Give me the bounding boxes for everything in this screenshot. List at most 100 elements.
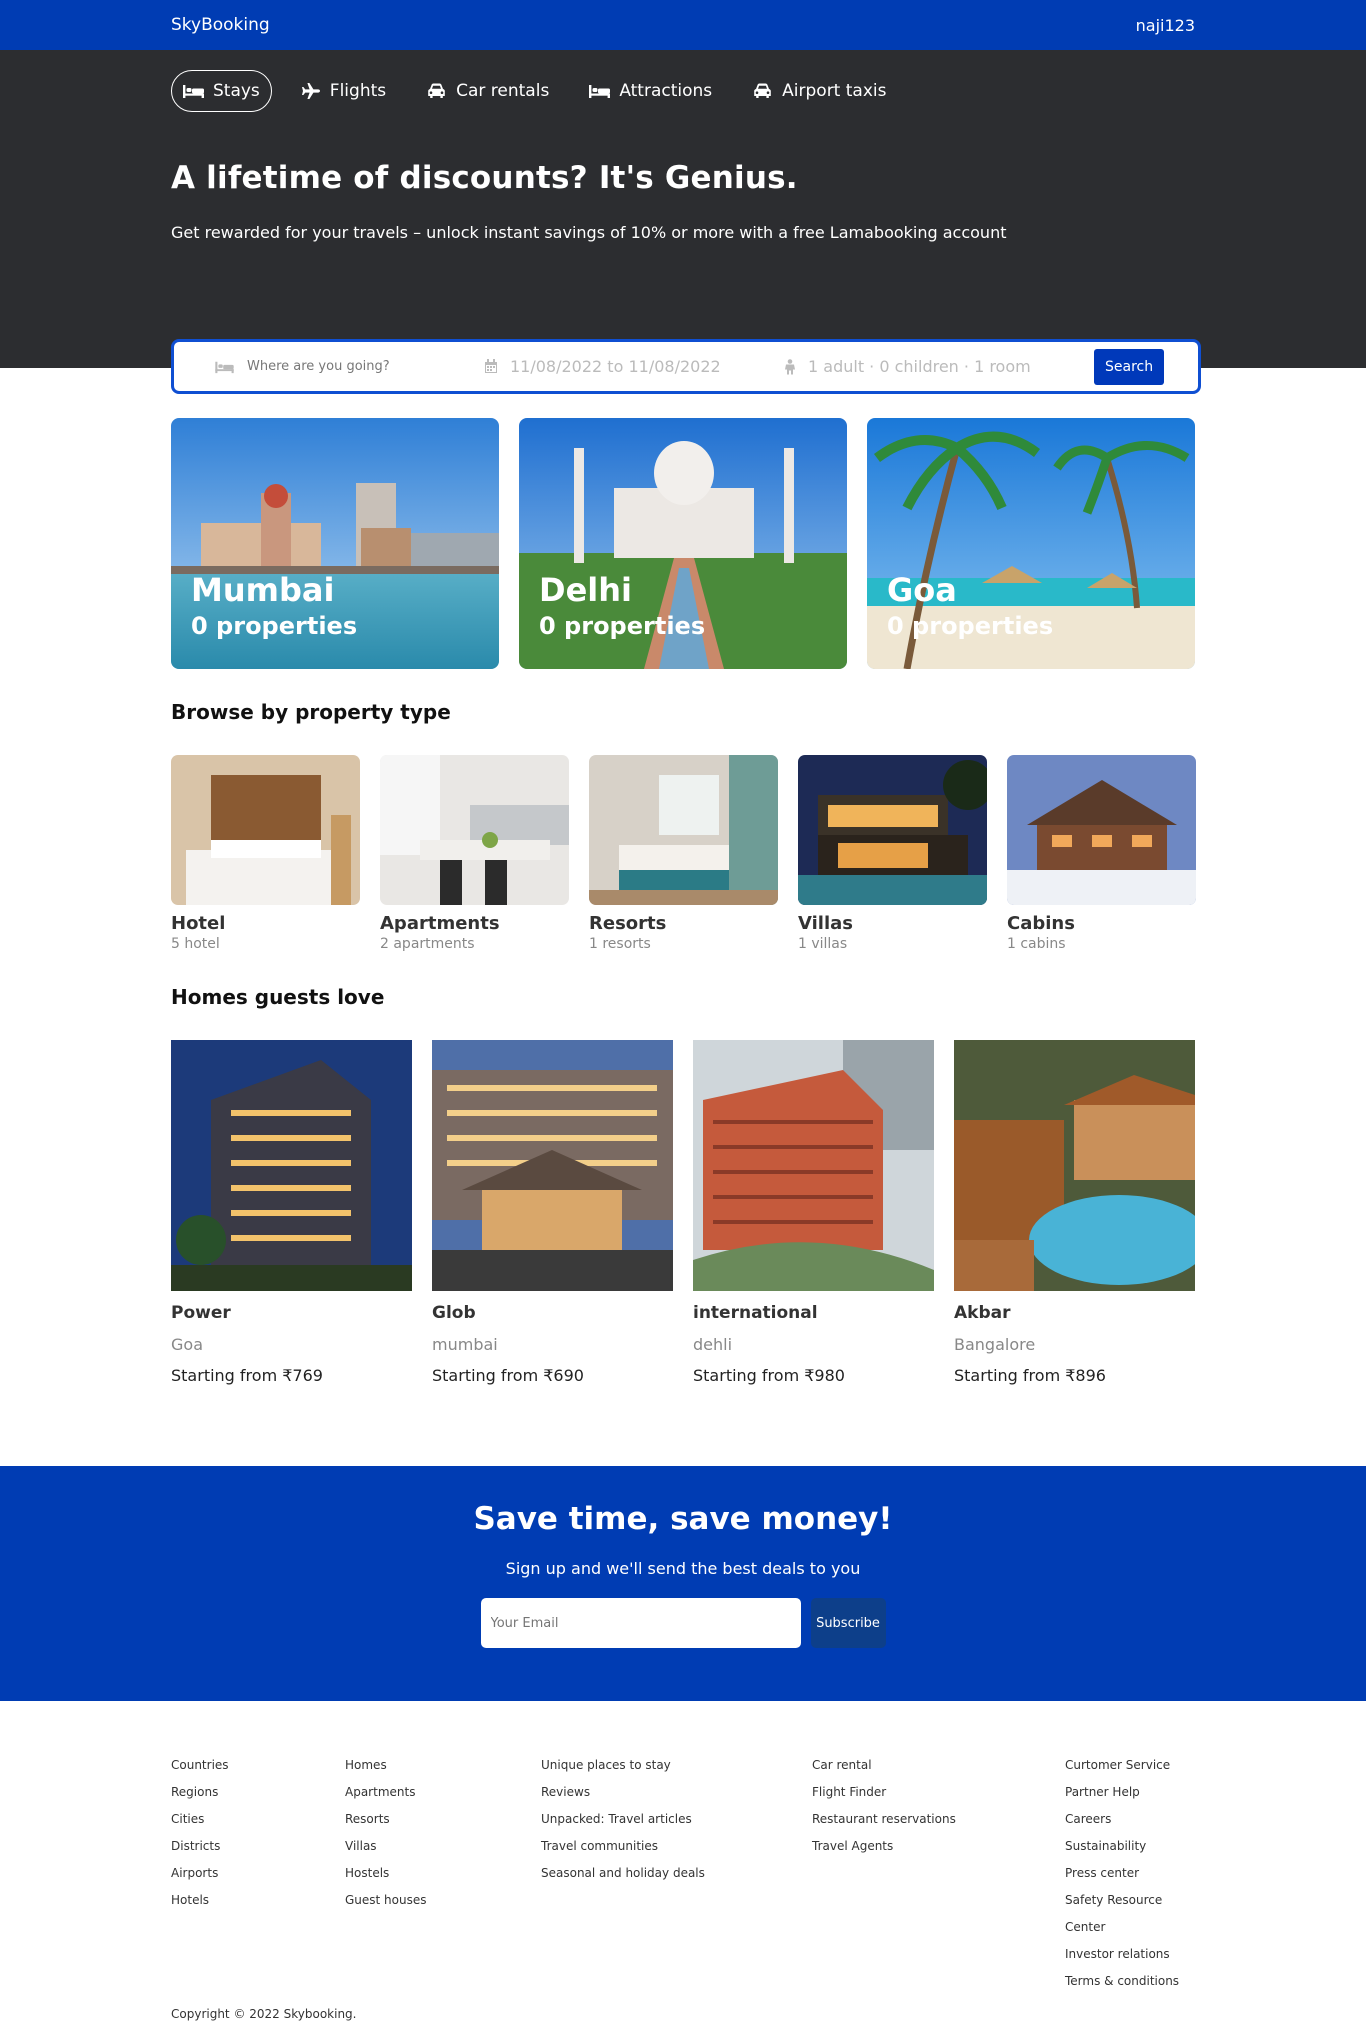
akbar-hotel-image <box>954 1040 1195 1291</box>
footer-link[interactable]: Districts <box>171 1833 345 1860</box>
property-type-villas[interactable]: Villas 1 villas <box>798 755 987 952</box>
nav-stays[interactable]: Stays <box>171 70 272 112</box>
plane-icon <box>301 83 320 99</box>
footer-link[interactable]: Travel communities <box>541 1833 812 1860</box>
property-type-title: Cabins <box>1007 913 1075 934</box>
newsletter-form: Subscribe <box>0 1598 1366 1648</box>
home-name: Akbar <box>954 1303 1011 1323</box>
property-type-cabins[interactable]: Cabins 1 cabins <box>1007 755 1196 952</box>
footer-link[interactable]: Resorts <box>345 1806 541 1833</box>
footer-link[interactable]: Reviews <box>541 1779 812 1806</box>
home-card-power[interactable]: Power Goa Starting from ₹769 <box>171 1040 412 1385</box>
search-button[interactable]: Search <box>1094 348 1165 385</box>
footer-column-1: Countries Regions Cities Districts Airpo… <box>171 1752 345 1995</box>
featured-city-name: Goa <box>887 571 957 609</box>
newsletter-title: Save time, save money! <box>473 1501 893 1537</box>
footer-column-5: Curtomer Service Partner Help Careers Su… <box>1065 1752 1195 1995</box>
property-type-count: 2 apartments <box>380 936 475 952</box>
footer-link[interactable]: Press center <box>1065 1860 1195 1887</box>
nav-airport-taxis[interactable]: Airport taxis <box>740 70 898 112</box>
footer-column-2: Homes Apartments Resorts Villas Hostels … <box>345 1752 541 1995</box>
nav-label: Airport taxis <box>782 81 887 101</box>
featured-card-goa[interactable]: Goa 0 properties <box>867 418 1195 669</box>
nav-label: Flights <box>329 81 387 101</box>
footer-link[interactable]: Flight Finder <box>812 1779 1065 1806</box>
property-type-resorts[interactable]: Resorts 1 resorts <box>589 755 778 952</box>
property-type-count: 5 hotel <box>171 936 220 952</box>
footer-link[interactable]: Apartments <box>345 1779 541 1806</box>
bed-icon <box>183 85 204 98</box>
footer-link[interactable]: Careers <box>1065 1806 1195 1833</box>
footer-link[interactable]: Hostels <box>345 1860 541 1887</box>
subscribe-button[interactable]: Subscribe <box>810 1598 886 1648</box>
footer-link[interactable]: Guest houses <box>345 1887 541 1914</box>
footer-link[interactable]: Regions <box>171 1779 345 1806</box>
footer-link[interactable]: Airports <box>171 1860 345 1887</box>
featured-city-name: Mumbai <box>191 571 335 609</box>
footer-column-4: Car rental Flight Finder Restaurant rese… <box>812 1752 1065 1995</box>
home-price: Starting from ₹980 <box>693 1366 845 1385</box>
footer-link[interactable]: Travel Agents <box>812 1833 1065 1860</box>
footer-link[interactable]: Investor relations <box>1065 1941 1195 1968</box>
home-price: Starting from ₹896 <box>954 1366 1106 1385</box>
home-card-international[interactable]: international dehli Starting from ₹980 <box>693 1040 934 1385</box>
property-types-list: Hotel 5 hotel Apartments 2 apartments Re… <box>171 755 1196 952</box>
international-hotel-image <box>693 1040 934 1291</box>
hotel-image <box>171 755 360 905</box>
nav-label: Car rentals <box>456 81 550 101</box>
nav-attractions[interactable]: Attractions <box>577 70 724 112</box>
guests-field[interactable]: 1 adult · 0 children · 1 room <box>784 357 1094 376</box>
apartments-image <box>380 755 569 905</box>
footer-link[interactable]: Restaurant reservations <box>812 1806 1065 1833</box>
home-price: Starting from ₹769 <box>171 1366 323 1385</box>
top-navbar: SkyBooking naji123 <box>0 0 1366 50</box>
featured-text: Delhi 0 properties <box>539 572 705 644</box>
featured-properties-count: 0 properties <box>887 612 1054 640</box>
bed-icon <box>589 85 611 98</box>
home-city: Bangalore <box>954 1335 1036 1354</box>
footer-link[interactable]: Homes <box>345 1752 541 1779</box>
nav-flights[interactable]: Flights <box>288 70 398 112</box>
guests-text[interactable]: 1 adult · 0 children · 1 room <box>808 357 1031 376</box>
footer-link[interactable]: Unique places to stay <box>541 1752 812 1779</box>
date-range-text[interactable]: 11/08/2022 to 11/08/2022 <box>510 357 721 376</box>
property-type-apartments[interactable]: Apartments 2 apartments <box>380 755 569 952</box>
footer-link[interactable]: Sustainability <box>1065 1833 1195 1860</box>
home-price: Starting from ₹690 <box>432 1366 584 1385</box>
destination-field[interactable]: Where are you going? <box>214 359 484 374</box>
destination-input[interactable]: Where are you going? <box>247 359 390 374</box>
property-type-count: 1 villas <box>798 936 848 952</box>
username[interactable]: naji123 <box>1136 16 1195 35</box>
bed-icon <box>215 361 234 373</box>
taxi-icon <box>754 83 771 98</box>
footer-link[interactable]: Cities <box>171 1806 345 1833</box>
footer-link[interactable]: Villas <box>345 1833 541 1860</box>
email-input[interactable] <box>480 1598 801 1648</box>
footer-link[interactable]: Seasonal and holiday deals <box>541 1860 812 1887</box>
footer-link[interactable]: Partner Help <box>1065 1779 1195 1806</box>
footer-link[interactable]: Terms & conditions <box>1065 1968 1195 1995</box>
footer-link[interactable]: Countries <box>171 1752 345 1779</box>
property-type-title: Apartments <box>380 913 500 934</box>
nav-label: Attractions <box>619 81 713 101</box>
footer-link[interactable]: Safety Resource Center <box>1065 1887 1195 1941</box>
home-card-glob[interactable]: Glob mumbai Starting from ₹690 <box>432 1040 673 1385</box>
person-icon <box>785 358 795 374</box>
footer: Countries Regions Cities Districts Airpo… <box>171 1752 1195 2021</box>
home-card-akbar[interactable]: Akbar Bangalore Starting from ₹896 <box>954 1040 1195 1385</box>
date-field[interactable]: 11/08/2022 to 11/08/2022 <box>484 357 784 376</box>
footer-link[interactable]: Hotels <box>171 1887 345 1914</box>
footer-link[interactable]: Curtomer Service <box>1065 1752 1195 1779</box>
footer-link[interactable]: Unpacked: Travel articles <box>541 1806 812 1833</box>
home-name: Glob <box>432 1303 476 1323</box>
property-type-heading: Browse by property type <box>171 700 451 724</box>
property-type-title: Resorts <box>589 913 667 934</box>
nav-car-rentals[interactable]: Car rentals <box>414 70 561 112</box>
logo[interactable]: SkyBooking <box>171 15 270 35</box>
property-type-hotel[interactable]: Hotel 5 hotel <box>171 755 360 952</box>
featured-card-mumbai[interactable]: Mumbai 0 properties <box>171 418 499 669</box>
featured-card-delhi[interactable]: Delhi 0 properties <box>519 418 847 669</box>
newsletter-subtitle: Sign up and we'll send the best deals to… <box>505 1559 861 1578</box>
home-city: Goa <box>171 1335 203 1354</box>
footer-link[interactable]: Car rental <box>812 1752 1065 1779</box>
